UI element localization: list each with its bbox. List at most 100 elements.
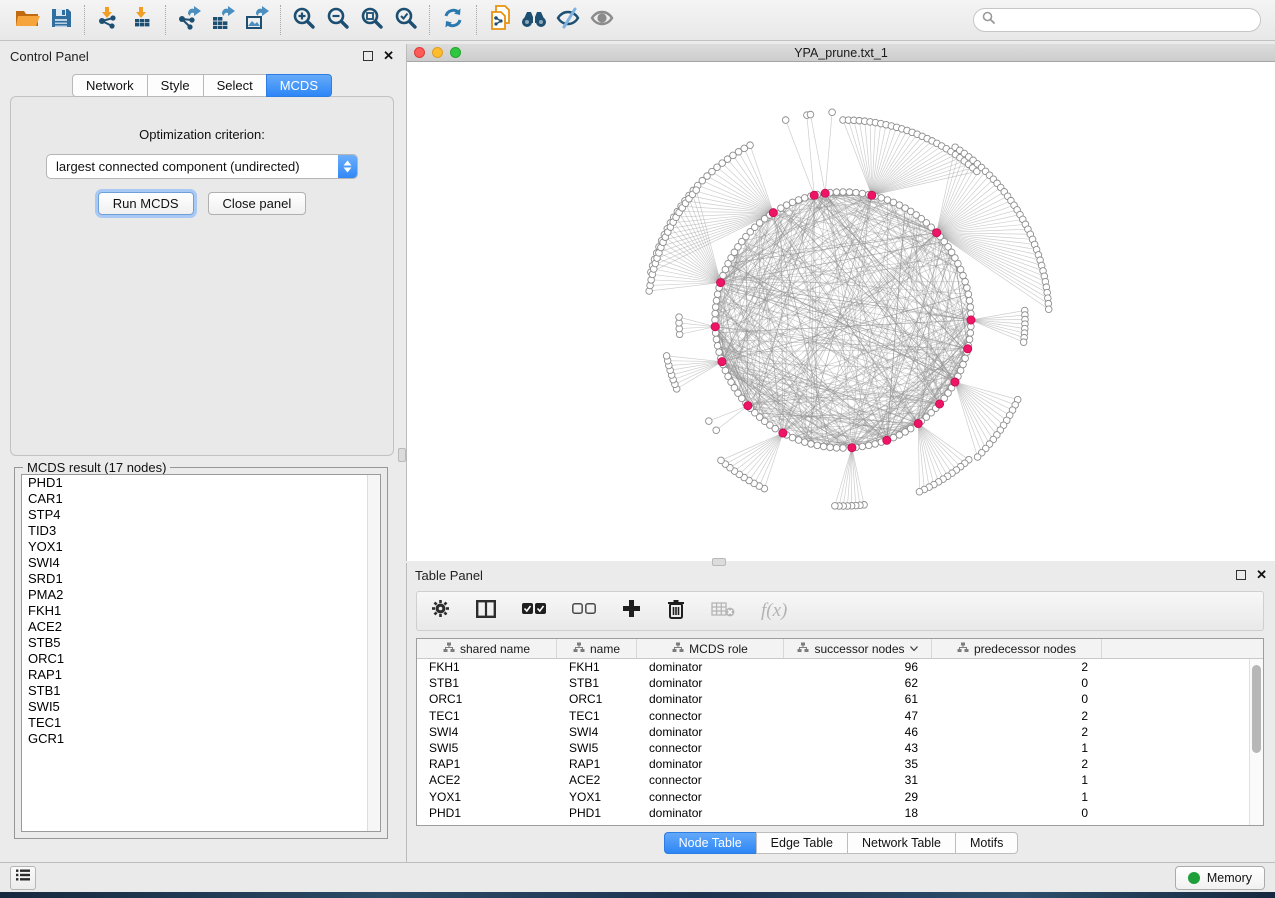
- export-image-button[interactable]: [240, 4, 274, 36]
- show-graphics-details-button[interactable]: [585, 4, 619, 36]
- table-row[interactable]: FKH1FKH1dominator962: [417, 659, 1263, 675]
- table-row[interactable]: ORC1ORC1dominator610: [417, 691, 1263, 707]
- import-table-icon: [130, 6, 154, 35]
- close-panel-button[interactable]: Close panel: [208, 192, 307, 215]
- mcds-result-item[interactable]: STP4: [22, 507, 380, 523]
- tab-style[interactable]: Style: [147, 74, 203, 97]
- import-table-button[interactable]: [125, 4, 159, 36]
- zoom-fit-button[interactable]: [355, 4, 389, 36]
- add-column-button[interactable]: [622, 599, 641, 623]
- table-row[interactable]: RAP1RAP1dominator352: [417, 756, 1263, 772]
- table-row[interactable]: YOX1YOX1connector291: [417, 789, 1263, 805]
- memory-status-icon: [1188, 872, 1200, 884]
- task-history-button[interactable]: [10, 866, 36, 890]
- table-cell: SWI4: [417, 725, 557, 739]
- column-header-successor-nodes[interactable]: successor nodes: [784, 639, 932, 658]
- column-header-predecessor-nodes[interactable]: predecessor nodes: [932, 639, 1102, 658]
- table-cell: 2: [932, 660, 1102, 674]
- mcds-result-item[interactable]: STB1: [22, 683, 380, 699]
- deselect-all-button[interactable]: [572, 602, 596, 620]
- tab-mcds[interactable]: MCDS: [266, 74, 332, 97]
- tab-select[interactable]: Select: [203, 74, 266, 97]
- node-table: shared namenameMCDS rolesuccessor nodesp…: [416, 638, 1264, 826]
- mcds-result-item[interactable]: ORC1: [22, 651, 380, 667]
- table-row[interactable]: SWI5SWI5connector431: [417, 740, 1263, 756]
- search-input[interactable]: [1000, 13, 1252, 27]
- mcds-list-scrollbar[interactable]: [367, 475, 380, 831]
- table-cell: 2: [932, 757, 1102, 771]
- table-header: shared namenameMCDS rolesuccessor nodesp…: [417, 639, 1263, 659]
- mcds-result-item[interactable]: SWI5: [22, 699, 380, 715]
- export-image-icon: [244, 6, 270, 35]
- export-table-button[interactable]: [206, 4, 240, 36]
- import-network-button[interactable]: [91, 4, 125, 36]
- table-scrollbar[interactable]: [1249, 659, 1263, 825]
- apply-function-button: f(x): [761, 600, 787, 622]
- column-header-name[interactable]: name: [557, 639, 637, 658]
- tab-network-table[interactable]: Network Table: [847, 832, 955, 854]
- table-row[interactable]: TEC1TEC1connector472: [417, 708, 1263, 724]
- delete-column-button[interactable]: [667, 599, 685, 624]
- table-cell: RAP1: [557, 757, 637, 771]
- mcds-result-item[interactable]: RAP1: [22, 667, 380, 683]
- mcds-result-item[interactable]: STB5: [22, 635, 380, 651]
- zoom-in-button[interactable]: [287, 4, 321, 36]
- refresh-button[interactable]: [436, 4, 470, 36]
- zoom-selected-button[interactable]: [389, 4, 423, 36]
- table-settings-button[interactable]: [431, 599, 450, 623]
- column-header-filler: [1102, 639, 1263, 658]
- memory-button[interactable]: Memory: [1175, 866, 1265, 890]
- export-network-button[interactable]: [172, 4, 206, 36]
- table-cell: ORC1: [557, 692, 637, 706]
- mcds-result-list[interactable]: PHD1CAR1STP4TID3YOX1SWI4SRD1PMA2FKH1ACE2…: [21, 474, 381, 832]
- checked-checkboxes-icon: [522, 602, 546, 620]
- column-header-MCDS-role[interactable]: MCDS role: [637, 639, 784, 658]
- search-binoculars-button[interactable]: [517, 4, 551, 36]
- zoom-out-button[interactable]: [321, 4, 355, 36]
- optimization-criterion-select[interactable]: largest connected component (undirected): [46, 154, 358, 179]
- split-panel-button[interactable]: [476, 600, 496, 623]
- mcds-result-item[interactable]: SRD1: [22, 571, 380, 587]
- clone-network-button[interactable]: [483, 4, 517, 36]
- table-row[interactable]: PHD1PHD1dominator180: [417, 805, 1263, 821]
- search-field-container: [973, 8, 1261, 32]
- float-table-panel-icon[interactable]: [1236, 570, 1246, 580]
- tab-motifs[interactable]: Motifs: [955, 832, 1018, 854]
- mcds-result-item[interactable]: FKH1: [22, 603, 380, 619]
- tab-edge-table[interactable]: Edge Table: [756, 832, 847, 854]
- network-window-titlebar[interactable]: YPA_prune.txt_1: [407, 44, 1275, 62]
- open-file-button[interactable]: [10, 4, 44, 36]
- table-row[interactable]: SWI4SWI4dominator462: [417, 724, 1263, 740]
- hide-graphics-details-button[interactable]: [551, 4, 585, 36]
- table-scrollbar-thumb[interactable]: [1252, 665, 1261, 753]
- mcds-result-item[interactable]: GCR1: [22, 731, 380, 747]
- control-panel: Control Panel ✕ NetworkStyleSelectMCDS O…: [2, 44, 402, 862]
- table-cell: connector: [637, 790, 784, 804]
- save-session-button[interactable]: [44, 4, 78, 36]
- column-header-shared-name[interactable]: shared name: [417, 639, 557, 658]
- eye-slash-icon: [555, 7, 581, 34]
- mcds-result-item[interactable]: YOX1: [22, 539, 380, 555]
- mcds-result-item[interactable]: ACE2: [22, 619, 380, 635]
- mcds-result-item[interactable]: PHD1: [22, 475, 380, 491]
- close-panel-icon[interactable]: ✕: [383, 51, 394, 61]
- table-row[interactable]: STB1STB1dominator620: [417, 675, 1263, 691]
- zoom-in-icon: [292, 6, 316, 35]
- table-cell: 29: [784, 790, 932, 804]
- tab-network[interactable]: Network: [72, 74, 147, 97]
- mcds-result-item[interactable]: TID3: [22, 523, 380, 539]
- run-mcds-button[interactable]: Run MCDS: [98, 192, 194, 215]
- table-row[interactable]: ACE2ACE2connector311: [417, 772, 1263, 788]
- mcds-result-item[interactable]: PMA2: [22, 587, 380, 603]
- close-table-panel-icon[interactable]: ✕: [1256, 570, 1267, 580]
- table-cell: 1: [932, 741, 1102, 755]
- tab-node-table[interactable]: Node Table: [664, 832, 756, 854]
- select-all-button[interactable]: [522, 602, 546, 620]
- mcds-result-item[interactable]: TEC1: [22, 715, 380, 731]
- mcds-result-item[interactable]: SWI4: [22, 555, 380, 571]
- horizontal-splitter-handle[interactable]: [712, 558, 726, 566]
- mcds-result-item[interactable]: CAR1: [22, 491, 380, 507]
- float-panel-icon[interactable]: [363, 51, 373, 61]
- network-canvas[interactable]: [407, 62, 1275, 561]
- vertical-splitter-handle[interactable]: [398, 448, 406, 462]
